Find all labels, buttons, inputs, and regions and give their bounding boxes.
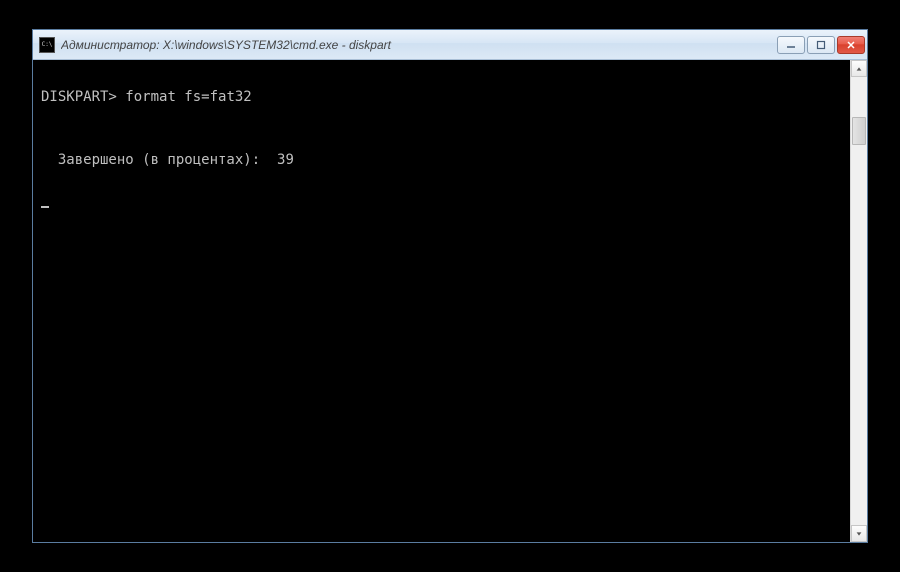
scroll-thumb[interactable] xyxy=(852,117,866,145)
text-cursor xyxy=(41,206,49,208)
scroll-down-button[interactable] xyxy=(851,525,867,542)
cmd-icon xyxy=(39,37,55,53)
titlebar[interactable]: Администратор: X:\windows\SYSTEM32\cmd.e… xyxy=(33,30,867,60)
progress-value: 39 xyxy=(277,152,294,168)
maximize-button[interactable] xyxy=(807,36,835,54)
vertical-scrollbar[interactable] xyxy=(850,60,867,542)
client-area: DISKPART> format fs=fat32 Завершено (в п… xyxy=(33,60,867,542)
console-output[interactable]: DISKPART> format fs=fat32 Завершено (в п… xyxy=(33,60,850,542)
command-text: format fs=fat32 xyxy=(125,89,251,105)
window-title: Администратор: X:\windows\SYSTEM32\cmd.e… xyxy=(61,38,777,52)
close-button[interactable] xyxy=(837,36,865,54)
scroll-up-button[interactable] xyxy=(851,60,867,77)
minimize-button[interactable] xyxy=(777,36,805,54)
window-controls xyxy=(777,36,865,54)
cmd-window: Администратор: X:\windows\SYSTEM32\cmd.e… xyxy=(32,29,868,543)
scroll-track[interactable] xyxy=(851,77,867,525)
prompt: DISKPART> xyxy=(41,89,117,105)
progress-label: Завершено (в процентах): xyxy=(58,152,260,168)
